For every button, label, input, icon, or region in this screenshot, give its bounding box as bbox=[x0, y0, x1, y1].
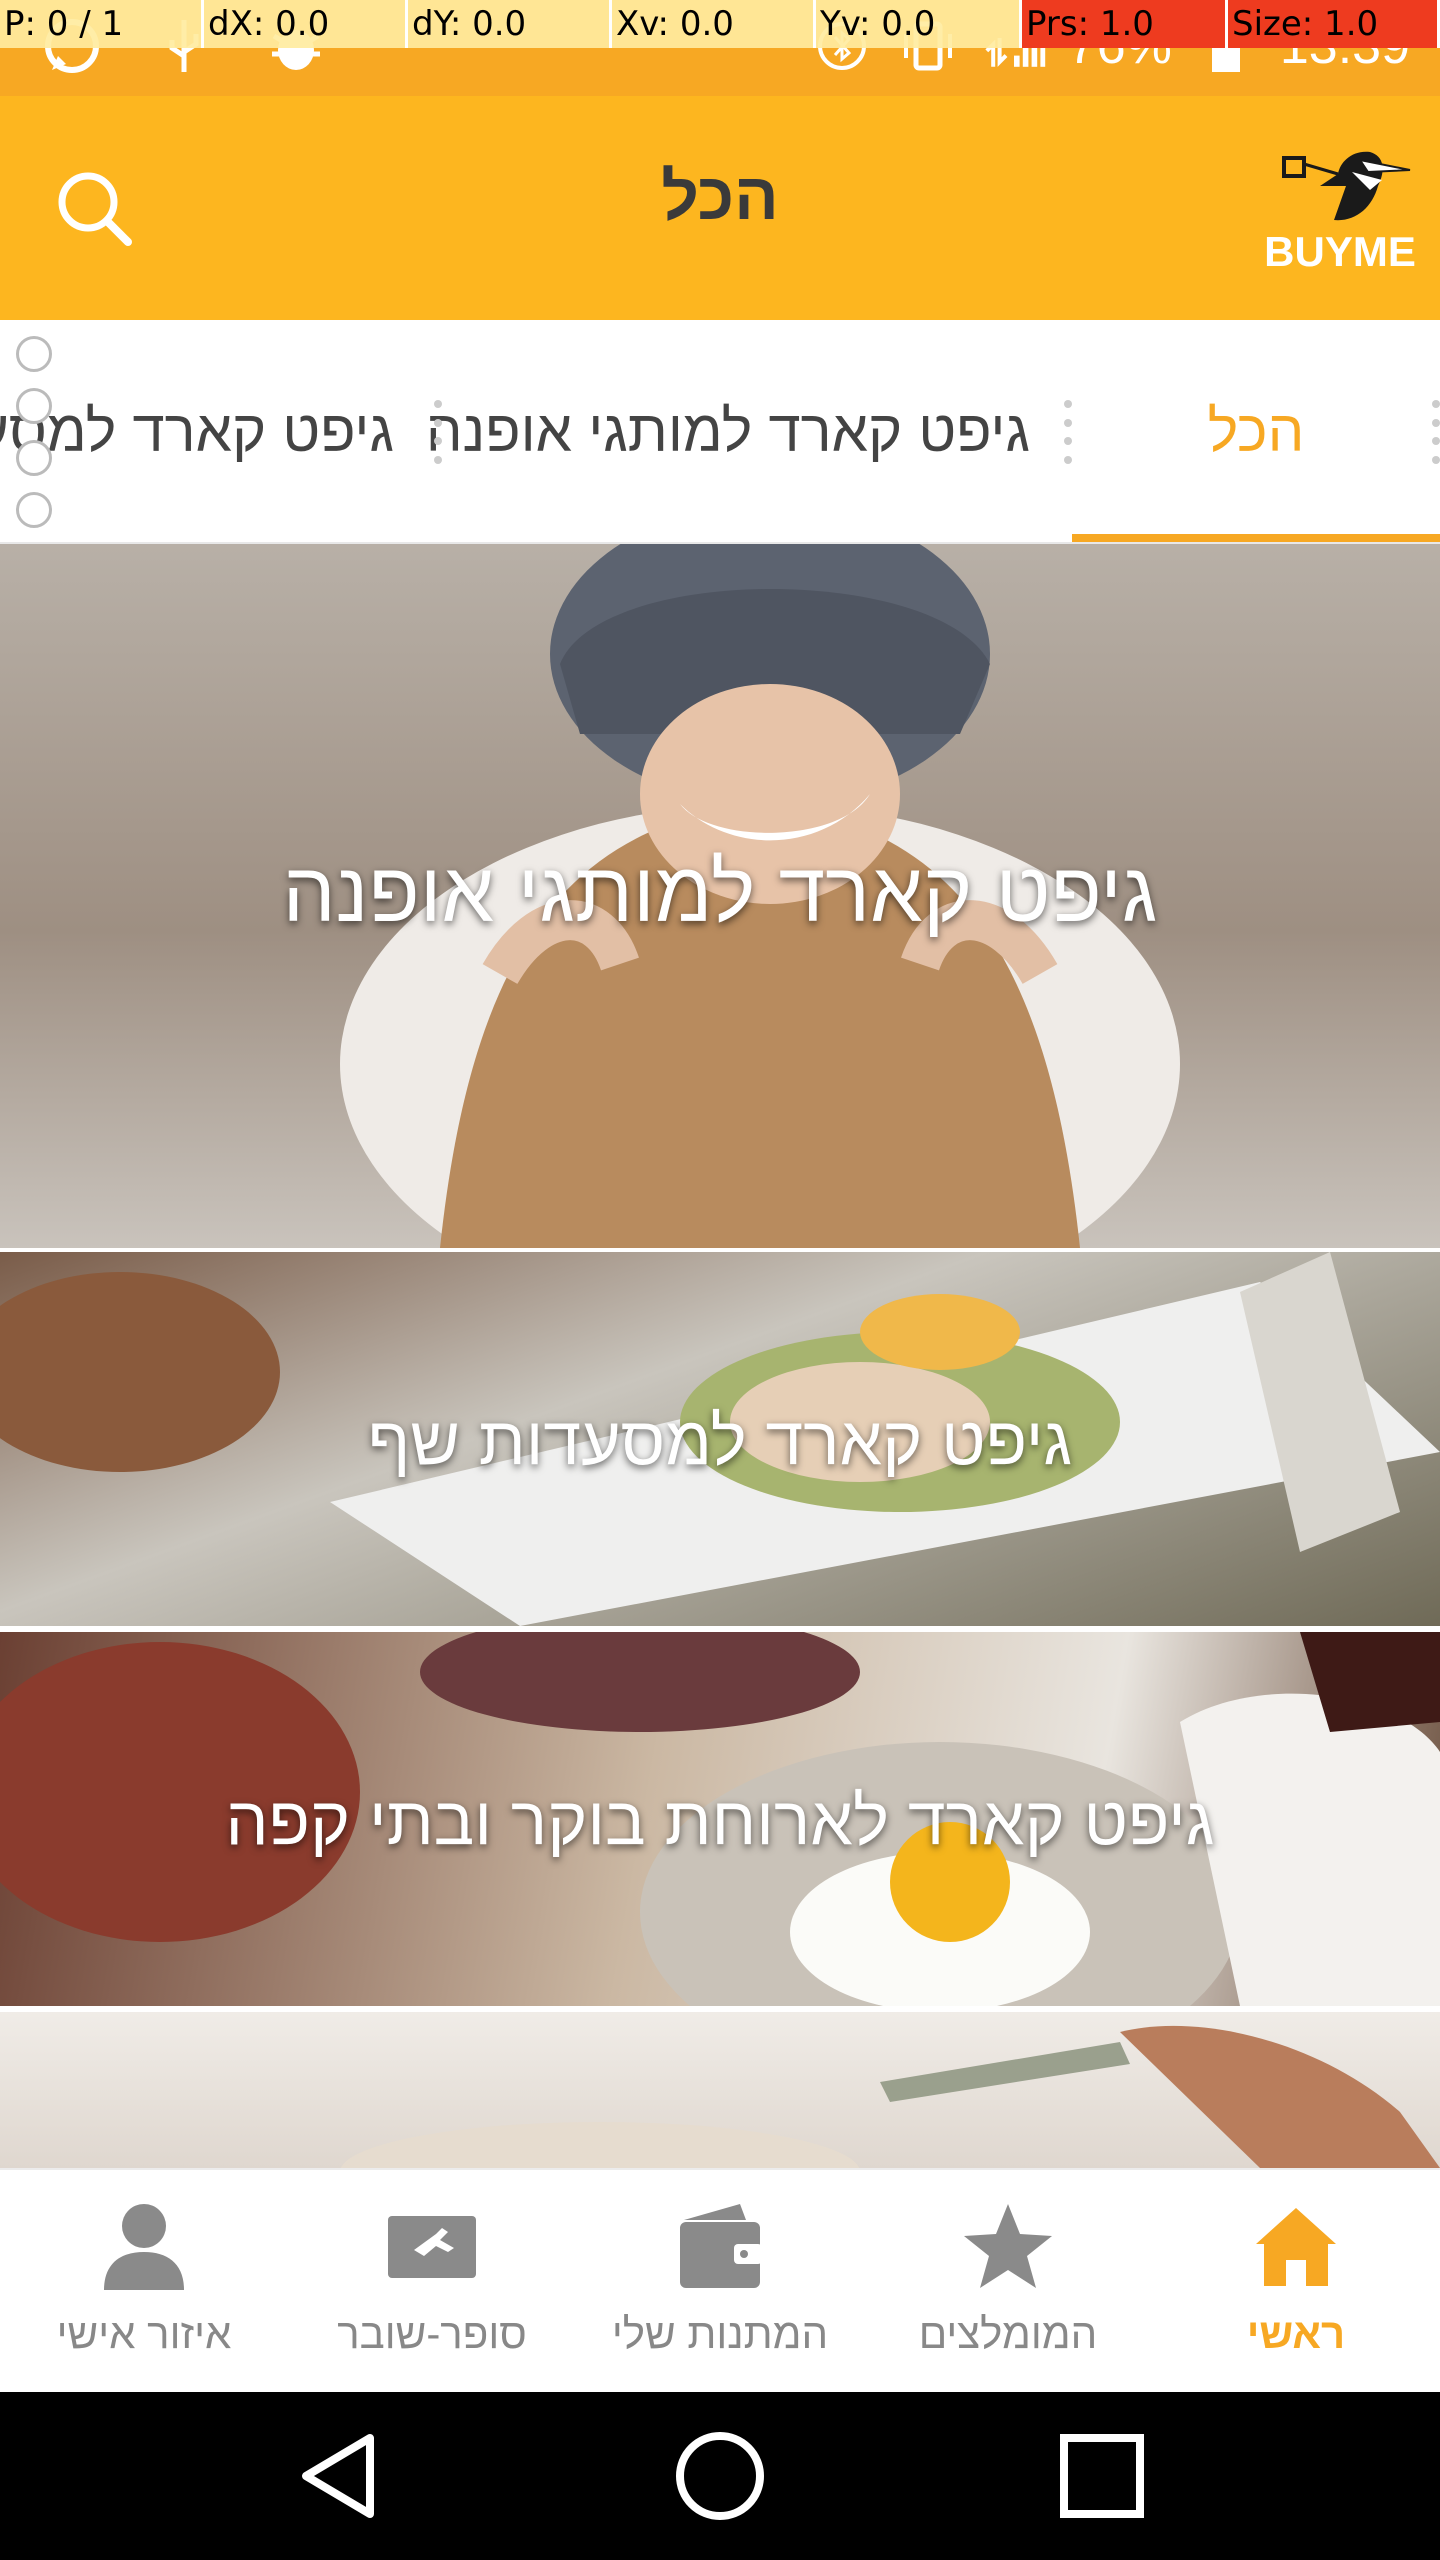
home-circle-icon bbox=[676, 2432, 764, 2520]
dining-photo bbox=[340, 2025, 1440, 2168]
nav-label: ראשי bbox=[1246, 2310, 1346, 2357]
velocity-x: Xv: 0.0 bbox=[612, 0, 816, 48]
svg-text:BUYME: BUYME bbox=[1264, 228, 1416, 272]
nav-super-voucher[interactable]: סופר-שובר bbox=[288, 2170, 576, 2394]
nav-personal-area[interactable]: איזור אישי bbox=[0, 2170, 288, 2394]
home-icon bbox=[1256, 2208, 1336, 2286]
active-tab-indicator bbox=[1072, 534, 1440, 542]
pressure: Prs: 1.0 bbox=[1022, 0, 1228, 48]
pointer-location-overlay: P: 0 / 1 dX: 0.0 dY: 0.0 Xv: 0.0 Yv: 0.0… bbox=[0, 0, 1440, 48]
gift-card-icon bbox=[388, 2216, 476, 2278]
nav-recommended[interactable]: המומלצים bbox=[864, 2170, 1152, 2394]
back-button[interactable] bbox=[290, 2426, 390, 2526]
category-card-breakfast-cafes[interactable]: גיפט קארד לארוחת בוקר ובתי קפה bbox=[0, 1632, 1440, 2006]
card-title: גיפט קארד למסעדות שף bbox=[367, 1403, 1073, 1479]
delta-y: dY: 0.0 bbox=[408, 0, 612, 48]
card-title: גיפט קארד לארוחת בוקר ובתי קפה bbox=[225, 1783, 1215, 1859]
home-button[interactable] bbox=[670, 2426, 770, 2526]
back-triangle-icon bbox=[302, 2434, 374, 2518]
nav-label: סופר-שובר bbox=[337, 2310, 527, 2357]
page-title: הכל bbox=[661, 159, 779, 233]
category-card-partial[interactable] bbox=[0, 2012, 1440, 2168]
nav-label: איזור אישי bbox=[56, 2310, 232, 2357]
card-title: גיפט קארד למותגי אופנה bbox=[282, 845, 1158, 939]
app-header: הכל BUYME bbox=[0, 96, 1440, 320]
category-tabs: הכל גיפט קארד למותגי אופנה גיפט קארד למס… bbox=[0, 320, 1440, 544]
touch-size: Size: 1.0 bbox=[1228, 0, 1440, 48]
tab-restaurants[interactable]: גיפט קארד למסעדות שף bbox=[0, 320, 394, 542]
star-icon bbox=[964, 2204, 1052, 2288]
nav-label: המומלצים bbox=[918, 2310, 1098, 2357]
person-icon bbox=[104, 2204, 184, 2290]
system-navigation-bar bbox=[0, 2392, 1440, 2560]
delta-x: dX: 0.0 bbox=[204, 0, 408, 48]
recents-square-icon bbox=[1060, 2434, 1144, 2518]
nav-my-gifts[interactable]: המתנות שלי bbox=[576, 2170, 864, 2394]
tab-separator bbox=[434, 400, 442, 464]
wallet-icon bbox=[680, 2204, 762, 2288]
tab-separator bbox=[1064, 400, 1072, 464]
nav-label: המתנות שלי bbox=[611, 2310, 829, 2357]
bottom-navigation: ראשי המומלצים המתנות שלי סופר-שובר איזור… bbox=[0, 2168, 1440, 2392]
stork-logo-icon: BUYME bbox=[1264, 151, 1416, 275]
overlay-handles bbox=[16, 336, 52, 532]
recents-button[interactable] bbox=[1052, 2426, 1152, 2526]
nav-home[interactable]: ראשי bbox=[1152, 2170, 1440, 2394]
category-card-chef-restaurants[interactable]: גיפט קארד למסעדות שף bbox=[0, 1252, 1440, 1626]
tab-all[interactable]: הכל bbox=[1072, 320, 1440, 542]
buyme-logo[interactable]: BUYME bbox=[1260, 142, 1420, 275]
pointer-count: P: 0 / 1 bbox=[0, 0, 204, 48]
tab-fashion[interactable]: גיפט קארד למותגי אופנה bbox=[426, 320, 1030, 542]
velocity-y: Yv: 0.0 bbox=[816, 0, 1022, 48]
category-card-fashion[interactable]: גיפט קארד למותגי אופנה bbox=[0, 544, 1440, 1248]
